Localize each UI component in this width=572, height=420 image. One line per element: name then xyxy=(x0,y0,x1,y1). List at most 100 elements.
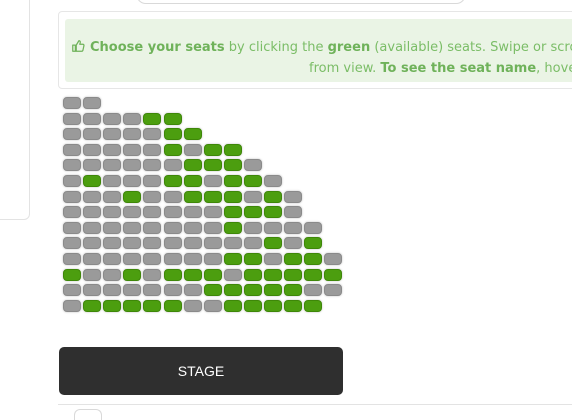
seat-available[interactable] xyxy=(103,299,122,312)
seat-available[interactable] xyxy=(143,112,162,125)
seat-available[interactable] xyxy=(223,175,242,187)
seat-unavailable xyxy=(103,221,122,234)
seat-available[interactable] xyxy=(284,299,303,312)
seat-unavailable xyxy=(103,112,122,125)
seat-unavailable xyxy=(203,175,222,187)
seat-unavailable xyxy=(143,175,162,187)
seat-unavailable xyxy=(163,221,182,234)
seat-available[interactable] xyxy=(163,175,182,187)
instructions-text: from view. xyxy=(309,61,381,76)
seat-available[interactable] xyxy=(183,268,202,281)
seat-available[interactable] xyxy=(163,268,182,281)
seat-available[interactable] xyxy=(264,206,282,219)
seat-available[interactable] xyxy=(304,237,323,250)
seat-available[interactable] xyxy=(83,175,102,187)
seat-available[interactable] xyxy=(223,190,242,203)
seat-unavailable xyxy=(284,237,303,250)
seat-unavailable xyxy=(183,143,202,156)
seat-instructions-banner: Choose your seats by clicking the green … xyxy=(65,19,572,82)
seat-available[interactable] xyxy=(183,190,202,203)
seat-available[interactable] xyxy=(183,159,202,172)
seat-unavailable xyxy=(103,284,122,297)
seat-unavailable xyxy=(63,253,81,265)
divider xyxy=(58,404,572,405)
seat-available[interactable] xyxy=(183,175,202,187)
instructions-text: , hover o xyxy=(536,61,572,76)
seat-available[interactable] xyxy=(304,299,323,312)
seat-available[interactable] xyxy=(243,284,262,297)
seat-unavailable xyxy=(103,253,122,265)
seat-available[interactable] xyxy=(243,206,262,219)
seat-unavailable xyxy=(103,268,122,281)
seat-unavailable xyxy=(63,284,81,297)
seat-available[interactable] xyxy=(63,268,81,281)
seat-available[interactable] xyxy=(223,221,242,234)
seat-unavailable xyxy=(183,284,202,297)
seat-available[interactable] xyxy=(123,190,142,203)
seat-available[interactable] xyxy=(264,237,282,250)
seat-unavailable xyxy=(203,299,222,312)
seat-available[interactable] xyxy=(143,299,162,312)
seat-available[interactable] xyxy=(304,268,323,281)
seat-available[interactable] xyxy=(264,268,282,281)
seat-available[interactable] xyxy=(163,143,182,156)
top-input-field[interactable] xyxy=(136,0,466,4)
seat-available[interactable] xyxy=(243,253,262,265)
seat-available[interactable] xyxy=(203,190,222,203)
seat-available[interactable] xyxy=(203,284,222,297)
seat-unavailable xyxy=(83,221,102,234)
thumbs-up-icon xyxy=(72,40,85,52)
seat-unavailable xyxy=(203,206,222,219)
seat-available[interactable] xyxy=(284,253,303,265)
seat-available[interactable] xyxy=(203,143,222,156)
seat-unavailable xyxy=(284,190,303,203)
seat-available[interactable] xyxy=(243,299,262,312)
seat-available[interactable] xyxy=(223,284,242,297)
seat-available[interactable] xyxy=(203,268,222,281)
seat-unavailable xyxy=(83,97,102,109)
seat-available[interactable] xyxy=(264,299,282,312)
seat-unavailable xyxy=(183,221,202,234)
seat-unavailable xyxy=(123,206,142,219)
seat-unavailable xyxy=(123,253,142,265)
seat-available[interactable] xyxy=(304,253,323,265)
seat-available[interactable] xyxy=(223,206,242,219)
seat-available[interactable] xyxy=(163,299,182,312)
seat-available[interactable] xyxy=(183,128,202,141)
seat-available[interactable] xyxy=(243,268,262,281)
seat-available[interactable] xyxy=(284,268,303,281)
seat-available[interactable] xyxy=(223,299,242,312)
seat-unavailable xyxy=(163,253,182,265)
seat-unavailable xyxy=(203,221,222,234)
seat-available[interactable] xyxy=(223,143,242,156)
seat-available[interactable] xyxy=(203,159,222,172)
seat-unavailable xyxy=(63,159,81,172)
seat-unavailable xyxy=(324,253,343,265)
seat-unavailable xyxy=(143,284,162,297)
seat-available[interactable] xyxy=(163,128,182,141)
seat-available[interactable] xyxy=(223,253,242,265)
seat-available[interactable] xyxy=(163,112,182,125)
seat-unavailable xyxy=(143,143,162,156)
seat-unavailable xyxy=(63,190,81,203)
seat-available[interactable] xyxy=(123,299,142,312)
seat-unavailable xyxy=(103,206,122,219)
seat-available[interactable] xyxy=(284,284,303,297)
seat-available[interactable] xyxy=(243,175,262,187)
seat-unavailable xyxy=(183,299,202,312)
seat-available[interactable] xyxy=(123,268,142,281)
bottom-tab[interactable] xyxy=(74,409,102,420)
seat-unavailable xyxy=(63,97,81,109)
seat-available[interactable] xyxy=(264,284,282,297)
seat-unavailable xyxy=(284,221,303,234)
seat-unavailable xyxy=(143,221,162,234)
seat-unavailable xyxy=(63,175,81,187)
seat-available[interactable] xyxy=(264,190,282,203)
seat-unavailable xyxy=(143,253,162,265)
instructions-bold-seat-name: To see the seat name xyxy=(380,61,537,76)
seat-available[interactable] xyxy=(324,268,343,281)
seat-unavailable xyxy=(103,237,122,250)
seat-available[interactable] xyxy=(83,299,102,312)
seat-unavailable xyxy=(203,253,222,265)
seat-available[interactable] xyxy=(223,159,242,172)
